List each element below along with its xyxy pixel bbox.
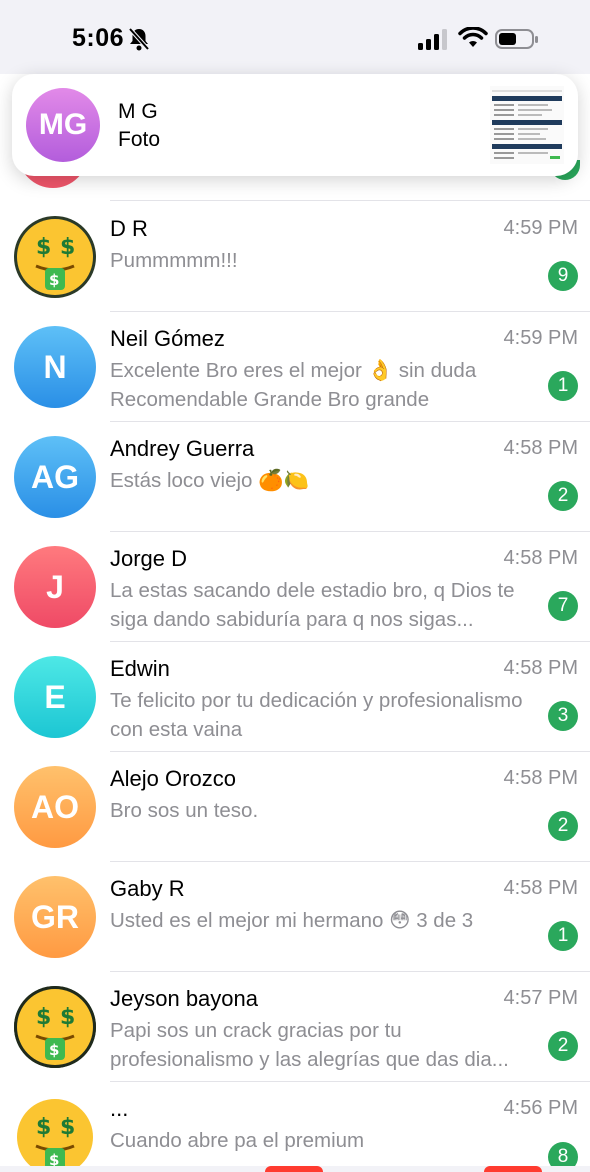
unread-badge: 1 — [548, 371, 578, 401]
money-mouth-face-icon[interactable]: $ $ $ — [14, 216, 96, 298]
avatar[interactable]: AO — [14, 766, 96, 848]
svg-text:$: $ — [60, 1115, 75, 1140]
chat-preview: Usted es el mejor mi hermano 😳 3 de 3 — [110, 909, 474, 932]
chat-name: Neil Gómez — [110, 326, 225, 351]
svg-text:$: $ — [36, 235, 51, 260]
money-mouth-face-icon[interactable]: $ $ $ — [14, 986, 96, 1068]
chat-row[interactable]: $ $ $ Jeyson bayona 4:57 PM Papi sos un cr… — [0, 972, 590, 1082]
chat-time: 4:58 PM — [503, 547, 578, 569]
chat-preview: Te felicito por tu dedicación y profesio… — [110, 689, 523, 741]
chat-time: 4:58 PM — [503, 767, 578, 789]
chat-name: Jorge D — [110, 546, 188, 571]
svg-text:$: $ — [36, 1115, 51, 1140]
unread-badge: 1 — [548, 921, 578, 951]
divider — [110, 200, 590, 201]
chat-preview: Papi sos un crack gracias por tu profesi… — [110, 1019, 509, 1071]
avatar[interactable]: J — [14, 546, 96, 628]
chat-name: Alejo Orozco — [110, 766, 236, 791]
svg-text:$: $ — [60, 235, 75, 260]
chat-preview: Pummmmm!!! — [110, 249, 238, 272]
chat-row[interactable]: J Jorge D 4:58 PM La estas sacando dele … — [0, 532, 590, 642]
avatar[interactable]: AG — [14, 436, 96, 518]
chat-preview: La estas sacando dele estadio bro, q Dio… — [110, 579, 515, 631]
chat-time: 4:58 PM — [503, 437, 578, 459]
chat-name: Gaby R — [110, 876, 185, 901]
unread-badge: 9 — [548, 261, 578, 291]
chat-time: 4:58 PM — [503, 657, 578, 679]
svg-text:$: $ — [49, 271, 59, 289]
chat-name: Andrey Guerra — [110, 436, 255, 461]
avatar[interactable]: N — [14, 326, 96, 408]
chat-preview: Cuando abre pa el premium — [110, 1129, 365, 1152]
avatar[interactable]: GR — [14, 876, 96, 958]
unread-badge: 2 — [548, 811, 578, 841]
chat-name: Edwin — [110, 656, 170, 681]
unread-badge: 7 — [548, 591, 578, 621]
notification-banner[interactable]: MG M G Foto — [12, 74, 578, 176]
svg-text:$: $ — [60, 1005, 75, 1030]
unread-badge: 3 — [548, 701, 578, 731]
chat-row[interactable]: AG Andrey Guerra 4:58 PM Estás loco viej… — [0, 422, 590, 532]
chat-name: Jeyson bayona — [110, 986, 258, 1011]
battery-icon — [495, 29, 538, 49]
chat-time: 4:56 PM — [503, 1097, 578, 1119]
chat-name: D R — [110, 216, 148, 241]
chat-preview: Estás loco viejo 🍊🍋 — [110, 469, 310, 492]
notification-text: Foto — [118, 128, 161, 151]
chat-row[interactable]: AO Alejo Orozco 4:58 PM Bro sos un teso.… — [0, 752, 590, 862]
tab-badge — [484, 1166, 542, 1172]
status-time: 5:06 — [72, 24, 125, 52]
photo-thumbnail — [490, 86, 564, 164]
svg-text:$: $ — [49, 1041, 59, 1059]
unread-badge: 2 — [548, 1031, 578, 1061]
chat-row[interactable]: GR Gaby R 4:58 PM Usted es el mejor mi h… — [0, 862, 590, 972]
chat-row[interactable]: $ $ $ D R 4:59 PM Pummmmm!!! 9 — [0, 202, 590, 312]
money-mouth-face-icon[interactable]: $ $ $ — [14, 1096, 96, 1172]
avatar[interactable]: E — [14, 656, 96, 738]
tab-badge — [265, 1166, 323, 1172]
chat-row[interactable]: $ $ $ ... 4:56 PM Cuando abre pa el premiu… — [0, 1082, 590, 1172]
chat-time: 4:58 PM — [503, 877, 578, 899]
chat-time: 4:59 PM — [503, 217, 578, 239]
chat-time: 4:57 PM — [503, 987, 578, 1009]
chat-row[interactable]: N Neil Gómez 4:59 PM Excelente Bro eres … — [0, 312, 590, 422]
chat-name: ... — [110, 1096, 129, 1121]
svg-text:$: $ — [36, 1005, 51, 1030]
notification-sender: M G — [118, 100, 158, 123]
chat-row[interactable]: E Edwin 4:58 PM Te felicito por tu dedic… — [0, 642, 590, 752]
avatar: MG — [26, 88, 100, 162]
wifi-icon — [458, 27, 488, 47]
status-bar: 5:06 — [0, 0, 590, 74]
chat-preview: Excelente Bro eres el mejor 👌 sin duda R… — [110, 359, 477, 411]
chat-preview: Bro sos un teso. — [110, 799, 259, 822]
chat-time: 4:59 PM — [503, 327, 578, 349]
bell-slash-icon — [128, 27, 150, 51]
cellular-signal-icon — [418, 29, 447, 50]
unread-badge: 2 — [548, 481, 578, 511]
